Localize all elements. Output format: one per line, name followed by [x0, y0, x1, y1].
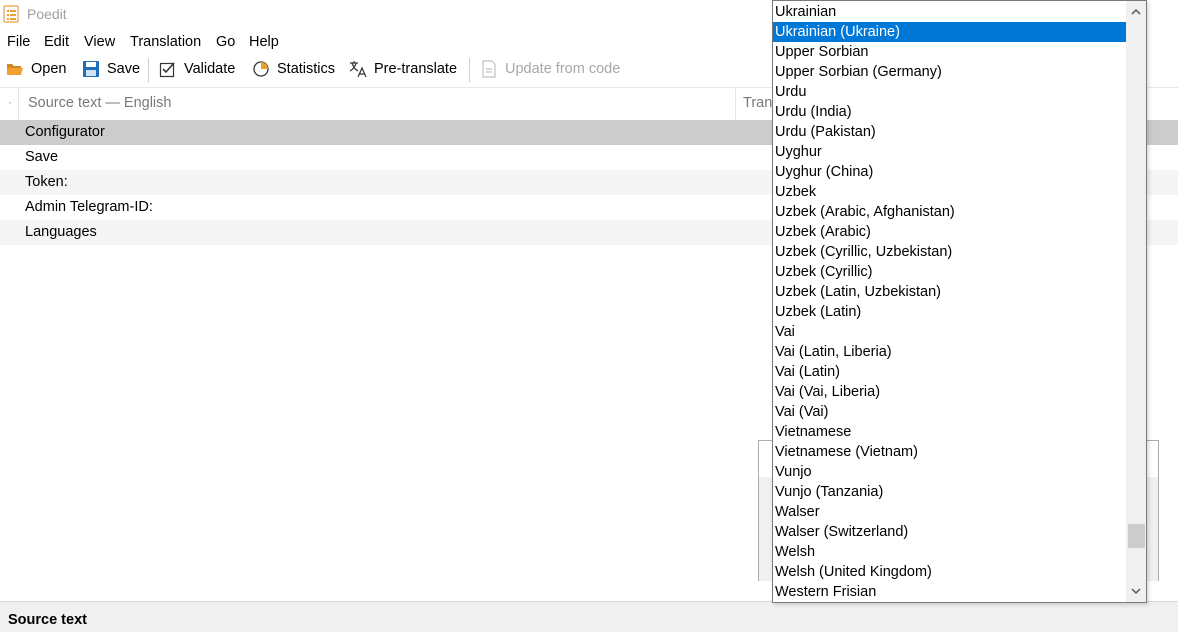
source-text-column-header[interactable]: Source text — English [28, 95, 171, 111]
pretranslate-label: Pre-translate [374, 61, 458, 77]
language-option[interactable]: Vunjo [773, 462, 1126, 482]
update-from-code-button[interactable]: Update from code [480, 56, 620, 82]
language-option[interactable]: Vai [773, 322, 1126, 342]
language-option[interactable]: Uzbek (Arabic) [773, 222, 1126, 242]
row-source-text: Configurator [25, 124, 105, 140]
menu-go[interactable]: Go [216, 31, 235, 53]
language-option[interactable]: Uyghur [773, 142, 1126, 162]
folder-open-icon [7, 64, 23, 75]
language-option[interactable]: Urdu (India) [773, 102, 1126, 122]
row-source-text: Languages [25, 224, 97, 240]
update-from-code-label: Update from code [505, 61, 621, 77]
row-source-text: Token: [25, 174, 68, 190]
scroll-up-arrow-icon[interactable] [1129, 5, 1143, 19]
language-option[interactable]: Uzbek [773, 182, 1126, 202]
language-option[interactable]: Uzbek (Cyrillic) [773, 262, 1126, 282]
window-title: Poedit [27, 6, 67, 22]
column-divider[interactable] [18, 88, 19, 120]
language-option[interactable]: Uzbek (Latin) [773, 302, 1126, 322]
language-option[interactable]: Urdu [773, 82, 1126, 102]
open-label: Open [31, 61, 67, 77]
language-option[interactable]: Ukrainian [773, 2, 1126, 22]
menu-edit[interactable]: Edit [44, 31, 69, 53]
dropdown-scrollbar[interactable] [1126, 1, 1146, 602]
language-option[interactable]: Vietnamese [773, 422, 1126, 442]
open-button[interactable]: Open [6, 56, 66, 82]
source-text-label: Source text [8, 612, 87, 628]
language-option[interactable]: Western Frisian [773, 582, 1126, 602]
validate-button[interactable]: Validate [159, 56, 235, 82]
poedit-app-icon [3, 5, 19, 23]
row-source-text: Admin Telegram-ID: [25, 199, 153, 215]
language-option[interactable]: Vai (Latin) [773, 362, 1126, 382]
checkbox-check-icon [159, 62, 175, 78]
scrollbar-thumb[interactable] [1128, 524, 1145, 548]
menu-translation[interactable]: Translation [130, 31, 201, 53]
menu-view[interactable]: View [84, 31, 115, 53]
save-label: Save [107, 61, 141, 77]
language-dropdown-list[interactable]: Ukrainian Ukrainian (Ukraine) Upper Sorbia… [772, 0, 1147, 603]
language-option[interactable]: Upper Sorbian (Germany) [773, 62, 1126, 82]
language-option[interactable]: Ukrainian (Ukraine) [773, 22, 1126, 42]
translation-column-header[interactable]: Tran [743, 95, 772, 111]
toolbar-separator [148, 58, 149, 82]
language-option[interactable]: Vunjo (Tanzania) [773, 482, 1126, 502]
menu-file[interactable]: File [7, 31, 30, 53]
scroll-down-arrow-icon[interactable] [1129, 584, 1143, 598]
floppy-disk-icon [83, 61, 99, 77]
flag-column-header[interactable]: · [8, 95, 12, 109]
statistics-button[interactable]: Statistics [252, 56, 335, 82]
language-option[interactable]: Uzbek (Cyrillic, Uzbekistan) [773, 242, 1126, 262]
save-button[interactable]: Save [82, 56, 140, 82]
editor-area: Source text [0, 601, 1178, 632]
language-options: Ukrainian Ukrainian (Ukraine) Upper Sorbia… [773, 2, 1126, 602]
validate-label: Validate [184, 61, 236, 77]
pie-chart-icon [253, 61, 269, 77]
translate-icon [349, 61, 367, 78]
language-option[interactable]: Walser (Switzerland) [773, 522, 1126, 542]
toolbar-separator [469, 58, 470, 82]
column-divider[interactable] [735, 88, 736, 120]
menu-help[interactable]: Help [249, 31, 279, 53]
language-option[interactable]: Vai (Vai) [773, 402, 1126, 422]
language-option[interactable]: Urdu (Pakistan) [773, 122, 1126, 142]
statistics-label: Statistics [277, 61, 336, 77]
language-option[interactable]: Welsh [773, 542, 1126, 562]
pretranslate-button[interactable]: Pre-translate [349, 56, 457, 82]
language-option[interactable]: Welsh (United Kingdom) [773, 562, 1126, 582]
language-option[interactable]: Uyghur (China) [773, 162, 1126, 182]
language-option[interactable]: Upper Sorbian [773, 42, 1126, 62]
document-refresh-icon [482, 60, 496, 78]
language-option[interactable]: Vai (Latin, Liberia) [773, 342, 1126, 362]
language-option[interactable]: Walser [773, 502, 1126, 522]
language-option[interactable]: Vietnamese (Vietnam) [773, 442, 1126, 462]
language-option[interactable]: Vai (Vai, Liberia) [773, 382, 1126, 402]
language-option[interactable]: Uzbek (Arabic, Afghanistan) [773, 202, 1126, 222]
language-option[interactable]: Uzbek (Latin, Uzbekistan) [773, 282, 1126, 302]
row-source-text: Save [25, 149, 59, 165]
